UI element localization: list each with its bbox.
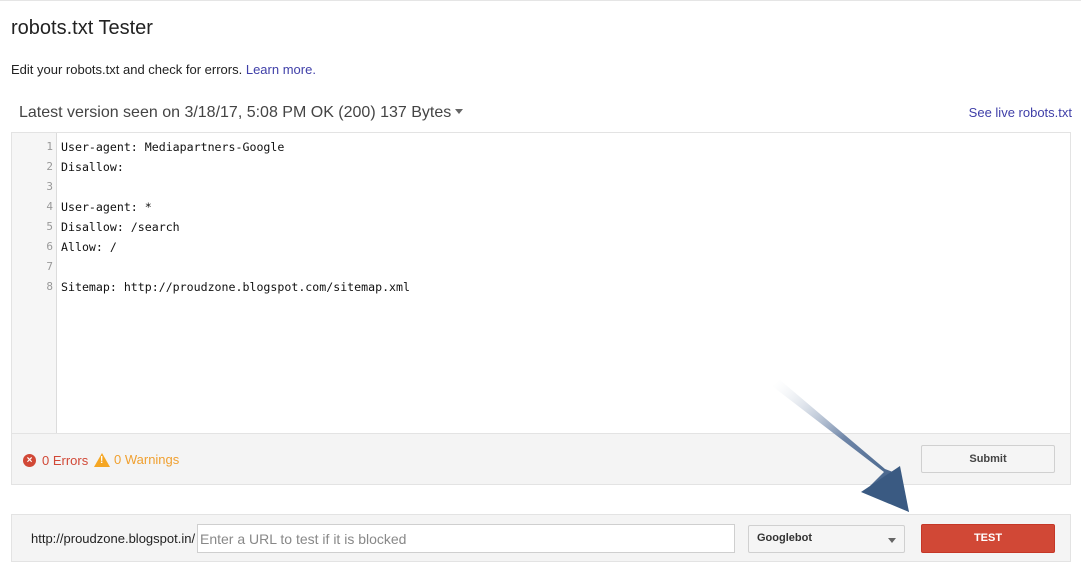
user-agent-value: Googlebot [757,532,812,544]
line-number: 5 [46,220,53,233]
code-line[interactable]: Disallow: [61,157,124,177]
warning-triangle-icon: ! [94,452,110,467]
line-number: 3 [46,180,53,193]
robots-editor[interactable]: 1 2 3 4 5 6 7 8 User-agent: Mediapartner… [11,132,1071,434]
line-number: 2 [46,160,53,173]
test-url-input[interactable] [197,524,735,553]
line-number: 1 [46,140,53,153]
version-label: Latest version seen on 3/18/17, 5:08 PM … [19,104,452,121]
caret-down-icon [888,538,896,543]
line-number: 6 [46,240,53,253]
validation-status-bar: × 0 Errors ! 0 Warnings Submit [11,434,1071,485]
learn-more-link[interactable]: Learn more. [246,62,316,77]
user-agent-select[interactable]: Googlebot [748,525,905,553]
caret-down-icon [455,108,464,114]
code-line[interactable]: Sitemap: http://proudzone.blogspot.com/s… [61,277,410,297]
line-number: 7 [46,260,53,273]
url-test-bar: http://proudzone.blogspot.in/ Googlebot … [11,514,1071,562]
code-line[interactable]: User-agent: Mediapartners-Google [61,137,284,157]
error-count: × 0 Errors [23,453,88,468]
error-count-label: 0 Errors [42,453,89,468]
warning-count: ! 0 Warnings [94,452,179,467]
test-button[interactable]: TEST [921,524,1055,553]
line-number: 4 [46,200,53,213]
code-line[interactable]: Disallow: /search [61,217,180,237]
error-circle-icon: × [23,454,36,467]
page-subtitle: Edit your robots.txt and check for error… [11,62,316,77]
line-number-gutter: 1 2 3 4 5 6 7 8 [12,133,57,433]
see-live-robots-link[interactable]: See live robots.txt [969,105,1072,120]
warning-count-label: 0 Warnings [114,452,180,467]
top-divider [0,0,1081,1]
url-prefix: http://proudzone.blogspot.in/ [31,531,196,546]
subtitle-text: Edit your robots.txt and check for error… [11,62,243,77]
line-number: 8 [46,280,53,293]
page-title: robots.txt Tester [11,17,153,39]
submit-button[interactable]: Submit [921,445,1055,473]
code-line[interactable]: User-agent: * [61,197,152,217]
code-line[interactable]: Allow: / [61,237,117,257]
version-dropdown[interactable]: Latest version seen on 3/18/17, 5:08 PM … [19,104,464,122]
